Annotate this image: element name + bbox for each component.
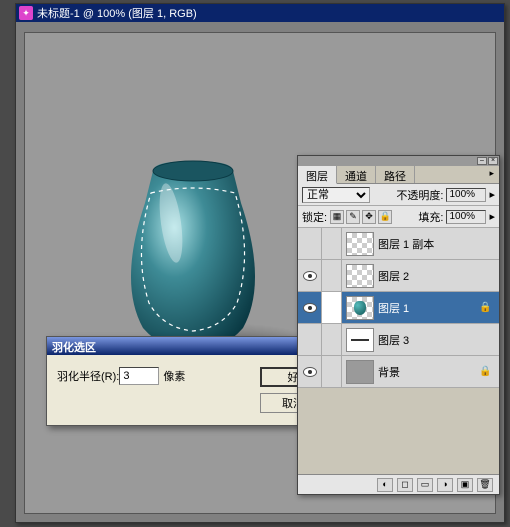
lock-icon: 🔒 [479, 366, 493, 377]
layer-name[interactable]: 图层 1 [378, 300, 479, 316]
visibility-toggle[interactable] [298, 260, 322, 291]
layer-thumbnail[interactable] [346, 296, 374, 320]
link-toggle[interactable] [322, 356, 342, 387]
visibility-toggle[interactable] [298, 324, 322, 355]
document-titlebar[interactable]: ✦ 未标题-1 @ 100% (图层 1, RGB) [16, 4, 504, 22]
link-toggle[interactable] [322, 228, 342, 259]
dialog-title-text: 羽化选区 [52, 339, 96, 353]
tab-layers[interactable]: 图层 [298, 166, 337, 184]
radius-unit: 像素 [163, 368, 185, 384]
layer-row[interactable]: 背景 🔒 [298, 356, 499, 388]
link-toggle[interactable] [322, 324, 342, 355]
opacity-label: 不透明度: [396, 187, 443, 203]
layer-row[interactable]: ✎ 图层 1 🔒 [298, 292, 499, 324]
tab-paths[interactable]: 路径 [376, 166, 415, 183]
opacity-value[interactable]: 100% [446, 188, 486, 202]
layer-thumbnail[interactable] [346, 360, 374, 384]
lock-icon: 🔒 [479, 302, 493, 313]
new-layer-button[interactable]: ▣ [457, 478, 473, 492]
layer-name[interactable]: 图层 1 副本 [378, 236, 499, 252]
eye-icon [303, 367, 317, 377]
new-group-button[interactable]: ▭ [417, 478, 433, 492]
lock-transparency-icon[interactable]: ▦ [330, 210, 344, 224]
window-title: 未标题-1 @ 100% (图层 1, RGB) [37, 5, 197, 21]
link-toggle[interactable] [322, 260, 342, 291]
layer-thumbnail[interactable] [346, 232, 374, 256]
tab-channels[interactable]: 通道 [337, 166, 376, 183]
radius-input[interactable] [119, 367, 159, 385]
layer-name[interactable]: 图层 3 [378, 332, 499, 348]
layer-name[interactable]: 背景 [378, 364, 479, 380]
visibility-toggle[interactable] [298, 356, 322, 387]
layers-panel: – × 图层 通道 路径 ▸ 正常 不透明度: 100% ▸ 锁定: ▦ ✎ ✥… [297, 155, 500, 495]
link-toggle[interactable]: ✎ [322, 292, 342, 323]
radius-field: 羽化半径(R): 像素 [57, 367, 185, 385]
delete-layer-button[interactable]: 🗑 [477, 478, 493, 492]
panel-menu-button[interactable]: ▸ [484, 166, 499, 183]
layer-row[interactable]: 图层 1 副本 [298, 228, 499, 260]
layer-row[interactable]: 图层 3 [298, 324, 499, 356]
blend-mode-select[interactable]: 正常 [302, 187, 370, 203]
adjustment-button[interactable]: ◑ [437, 478, 453, 492]
lock-move-icon[interactable]: ✥ [362, 210, 376, 224]
dialog-titlebar[interactable]: 羽化选区 ✕ [47, 337, 336, 355]
fill-value[interactable]: 100% [446, 210, 486, 224]
lock-paint-icon[interactable]: ✎ [346, 210, 360, 224]
app-icon: ✦ [19, 6, 33, 20]
panel-close-button[interactable]: × [488, 157, 498, 165]
layer-thumbnail[interactable] [346, 264, 374, 288]
panel-footer: ◐ ◻ ▭ ◑ ▣ 🗑 [298, 474, 499, 494]
eye-icon [303, 303, 317, 313]
lock-all-icon[interactable]: 🔒 [378, 210, 392, 224]
radius-label: 羽化半径(R): [57, 368, 119, 384]
fill-arrow-icon[interactable]: ▸ [489, 210, 495, 223]
layer-row[interactable]: 图层 2 [298, 260, 499, 292]
layer-list: 图层 1 副本 图层 2 ✎ 图层 1 🔒 图层 3 背景 🔒 [298, 228, 499, 474]
layer-style-button[interactable]: ◐ [377, 478, 393, 492]
panel-tabs: 图层 通道 路径 ▸ [298, 166, 499, 184]
visibility-toggle[interactable] [298, 292, 322, 323]
layer-empty-area[interactable] [298, 388, 499, 474]
lock-label: 锁定: [302, 209, 327, 225]
eye-icon [303, 271, 317, 281]
panel-minimize-button[interactable]: – [477, 157, 487, 165]
layer-thumbnail[interactable] [346, 328, 374, 352]
vase-artwork [113, 153, 273, 353]
panel-controls: – × [298, 156, 499, 166]
fill-label: 填充: [418, 209, 443, 225]
layer-mask-button[interactable]: ◻ [397, 478, 413, 492]
opacity-arrow-icon[interactable]: ▸ [489, 188, 495, 201]
layer-name[interactable]: 图层 2 [378, 268, 499, 284]
visibility-toggle[interactable] [298, 228, 322, 259]
feather-dialog: 羽化选区 ✕ 羽化半径(R): 像素 好 取消 [46, 336, 337, 426]
